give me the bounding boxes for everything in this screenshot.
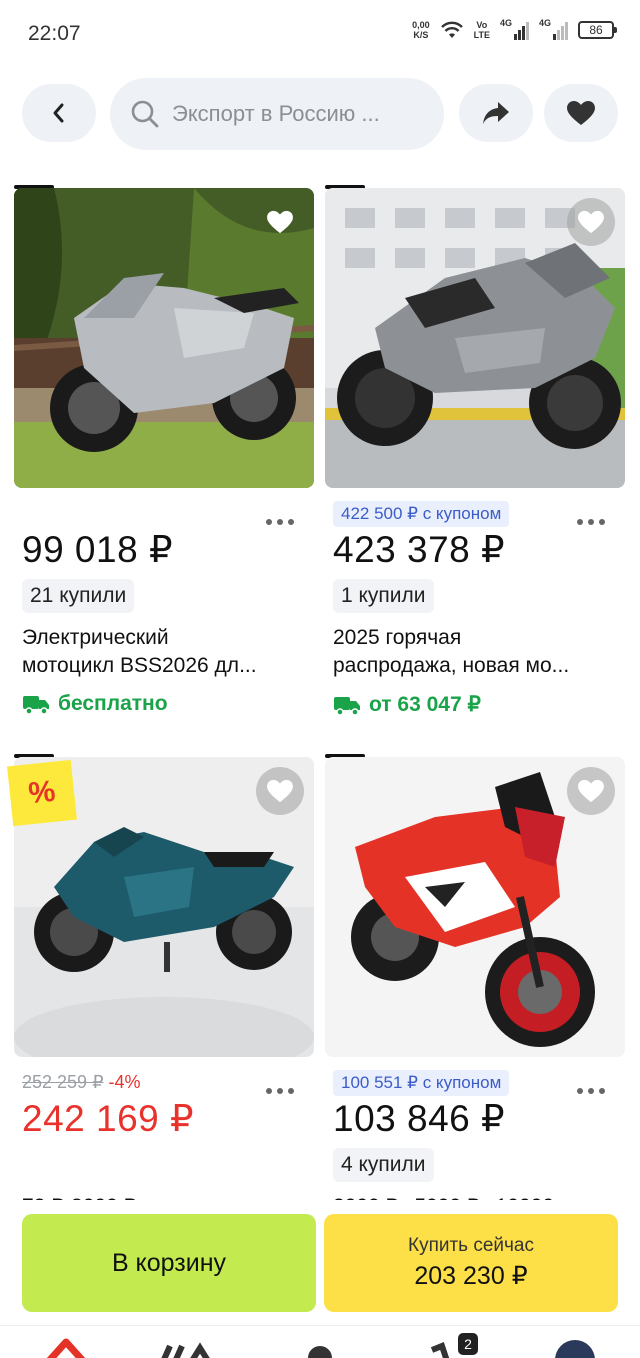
- add-to-cart-button[interactable]: В корзину: [22, 1214, 316, 1312]
- bought-count: 1 купили: [333, 579, 434, 613]
- product-card[interactable]: 99 018 ₽ 21 купили Электрический мотоцик…: [14, 185, 314, 728]
- product-image[interactable]: [325, 757, 625, 1057]
- signal-sim2-icon: 4G: [539, 18, 568, 40]
- account-avatar-icon[interactable]: [553, 1336, 597, 1358]
- product-card[interactable]: 100 551 ₽ с купоном 103 846 ₽ 4 купили 3…: [325, 754, 625, 1218]
- share-arrow-icon: [483, 102, 509, 124]
- volte-top: Vo: [476, 20, 488, 30]
- product-card[interactable]: % 252 259 ₽ -4% 242 169 ₽ 72 В 8000 Вт: [7, 754, 314, 1218]
- search-placeholder: Экспорт в Россию ...: [172, 101, 380, 126]
- shipping-info: бесплатно: [22, 692, 168, 716]
- status-time: 22:07: [28, 22, 81, 45]
- old-price-value: 252 259 ₽: [22, 1072, 104, 1092]
- chevron-left-icon: [53, 103, 64, 123]
- product-title-line2: распродажа, новая мо...: [333, 654, 570, 677]
- coupon-price-badge: 422 500 ₽ с купоном: [333, 501, 510, 527]
- network-speed-unit: K/S: [413, 30, 429, 40]
- discount-percent: -4%: [108, 1072, 141, 1092]
- sim2-label: 4G: [539, 18, 552, 28]
- heart-icon: [578, 210, 604, 234]
- battery-icon: 86: [578, 21, 617, 39]
- categories-icon[interactable]: [300, 1336, 340, 1358]
- product-image[interactable]: [325, 188, 625, 488]
- heart-icon: [578, 779, 604, 803]
- more-options-button[interactable]: [266, 514, 302, 530]
- status-bar: 22:07 0,00 K/S Vo LTE 4G 4G 86: [0, 0, 640, 70]
- network-speed-value: 0,00: [412, 20, 430, 30]
- search-field[interactable]: Экспорт в Россию ...: [110, 78, 444, 150]
- coupon-price-badge: 100 551 ₽ с купоном: [333, 1070, 510, 1096]
- favorite-button[interactable]: [544, 84, 618, 142]
- shipping-info: от 63 047 ₽: [333, 692, 481, 717]
- product-title[interactable]: Электрический мотоцикл BSS2026 дл...: [22, 624, 312, 680]
- sim1-label: 4G: [500, 18, 513, 28]
- search-icon: [131, 100, 159, 128]
- product-title-line1: 2025 горячая: [333, 626, 462, 649]
- bought-count: 21 купили: [22, 579, 135, 613]
- top-bar: Экспорт в Россию ...: [22, 78, 622, 150]
- heart-icon: [567, 101, 595, 125]
- add-to-cart-label: В корзину: [111, 1248, 227, 1277]
- volte-bottom: LTE: [473, 30, 490, 40]
- buy-now-label: Купить сейчас: [408, 1235, 534, 1256]
- network-speed: 0,00 K/S: [412, 20, 430, 40]
- favorite-toggle[interactable]: [256, 767, 304, 815]
- bought-count: 4 купили: [333, 1148, 434, 1182]
- more-options-button[interactable]: [577, 1083, 613, 1099]
- cart-count-badge: 2: [458, 1333, 478, 1355]
- product-card[interactable]: 422 500 ₽ с купоном 423 378 ₽ 1 купили 2…: [325, 185, 625, 728]
- delivery-truck-icon: [334, 696, 360, 716]
- share-button[interactable]: [459, 84, 533, 142]
- home-icon[interactable]: [44, 1336, 88, 1358]
- product-price: 242 169 ₽: [22, 1098, 195, 1139]
- brand-logo-icon[interactable]: [160, 1336, 220, 1358]
- product-price: 99 018 ₽: [22, 529, 173, 570]
- heart-icon: [267, 210, 293, 234]
- favorite-toggle[interactable]: [567, 767, 615, 815]
- status-icons: 0,00 K/S Vo LTE 4G 4G 86: [412, 18, 617, 40]
- shipping-label: от 63 047 ₽: [369, 693, 481, 716]
- purchase-bar: В корзину Купить сейчас 203 230 ₽: [0, 1200, 640, 1325]
- bottom-navigation: [0, 1325, 640, 1358]
- product-title-line2: мотоцикл BSS2026 дл...: [22, 654, 257, 677]
- heart-icon: [267, 779, 293, 803]
- buy-now-price: 203 230 ₽: [414, 1262, 528, 1290]
- product-price: 423 378 ₽: [333, 529, 506, 570]
- product-title-line1: Электрический: [22, 626, 169, 649]
- buy-now-button[interactable]: Купить сейчас 203 230 ₽: [324, 1214, 618, 1312]
- sale-badge: %: [7, 759, 77, 827]
- product-image[interactable]: [14, 188, 314, 488]
- volte-indicator: Vo LTE: [474, 20, 490, 40]
- favorite-toggle[interactable]: [567, 198, 615, 246]
- favorite-toggle[interactable]: [256, 198, 304, 246]
- delivery-truck-icon: [23, 696, 49, 715]
- back-button[interactable]: [22, 84, 96, 142]
- wifi-icon: [440, 21, 463, 38]
- more-options-button[interactable]: [266, 1083, 302, 1099]
- signal-sim1-icon: 4G: [500, 18, 529, 40]
- shipping-label: бесплатно: [58, 692, 168, 715]
- product-title[interactable]: 2025 горячая распродажа, новая мо...: [333, 624, 623, 680]
- more-options-button[interactable]: [577, 514, 613, 530]
- product-price: 103 846 ₽: [333, 1098, 506, 1139]
- old-price: 252 259 ₽ -4%: [22, 1072, 141, 1093]
